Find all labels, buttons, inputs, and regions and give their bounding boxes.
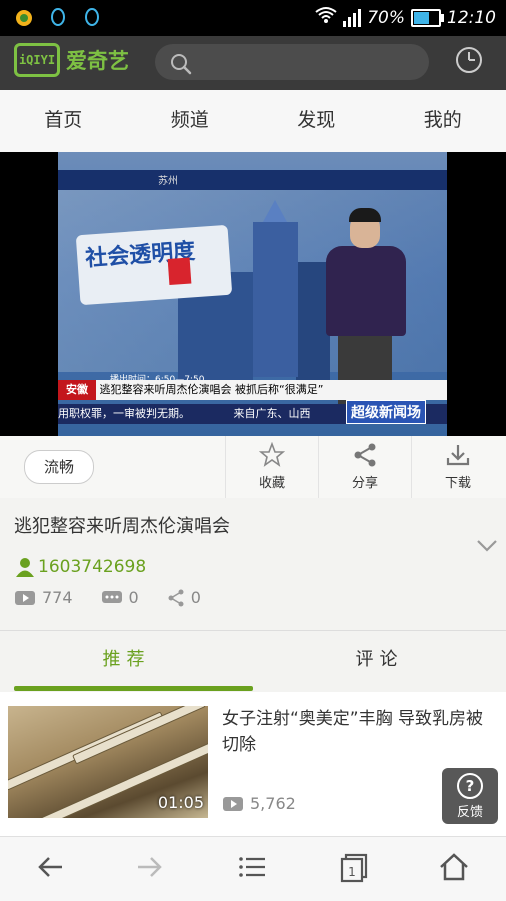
qq-icon <box>48 8 68 28</box>
uploader-name: 1603742698 <box>38 557 146 577</box>
svg-text:1: 1 <box>348 865 356 879</box>
iqiyi-logo[interactable]: iQIYI 爱奇艺 <box>14 43 129 77</box>
history-button[interactable] <box>453 44 485 80</box>
battery-fill <box>414 12 429 24</box>
feedback-button[interactable]: ? 反馈 <box>442 768 498 824</box>
download-label: 下载 <box>412 472 504 491</box>
ticker-text: 用职权罪，一审被判无期。 <box>58 407 190 420</box>
video-city: 苏州 <box>158 172 178 187</box>
video-title: 逃犯整容来听周杰伦演唱会 <box>14 512 230 538</box>
recommendation-views: 5,762 <box>222 794 296 813</box>
search-icon <box>169 52 193 76</box>
home-icon <box>438 851 470 883</box>
video-duration: 01:05 <box>158 793 204 812</box>
play-count-icon <box>222 796 244 812</box>
share-count-icon <box>167 589 185 607</box>
favorite-label: 收藏 <box>226 472 318 491</box>
video-thumbnail[interactable]: 01:05 <box>8 706 208 818</box>
quality-button[interactable]: 流畅 <box>24 450 94 484</box>
comment-icon <box>101 590 123 606</box>
home-button[interactable] <box>438 851 478 887</box>
recommendation-title[interactable]: 女子注射“奥美定”丰胸 导致乳房被切除 <box>222 706 498 758</box>
search-input[interactable] <box>155 44 429 80</box>
battery-percent: 70% <box>367 8 405 28</box>
arrow-right-icon <box>134 851 166 883</box>
video-stats: 774 0 0 <box>14 588 229 607</box>
download-icon <box>445 442 471 468</box>
play-count: 774 <box>42 588 73 607</box>
app-header: iQIYI 爱奇艺 <box>0 36 506 90</box>
menu-icon <box>236 851 268 883</box>
main-nav-tabs: 首页 频道 发现 我的 <box>0 90 506 153</box>
help-icon: ? <box>457 773 483 799</box>
comment-count: 0 <box>129 588 139 607</box>
tab-recommend[interactable]: 推荐 <box>0 631 253 689</box>
play-count-icon <box>14 590 36 606</box>
program-badge: 超级新闻场 <box>346 400 426 424</box>
content-tabs: 推荐 评论 <box>0 631 506 689</box>
menu-button[interactable] <box>236 851 276 887</box>
arrow-left-icon <box>34 851 66 883</box>
tab-mine[interactable]: 我的 <box>380 90 506 152</box>
active-tab-indicator <box>14 686 253 691</box>
tower-shape <box>253 222 298 377</box>
province-tag: 安徽 <box>58 380 96 400</box>
signal-icon <box>343 9 361 27</box>
list-item[interactable]: 01:05 女子注射“奥美定”丰胸 导致乳房被切除 5,762 <box>0 692 506 837</box>
tab-comments[interactable]: 评论 <box>253 631 506 689</box>
show-logo: 社会透明度 <box>76 225 233 305</box>
back-button[interactable] <box>34 851 74 887</box>
battery-icon <box>411 9 441 27</box>
headline-bar: 安徽 逃犯整容来听周杰伦演唱会 被抓后称“很满足” <box>58 380 447 400</box>
chevron-down-icon <box>476 539 498 553</box>
video-frame[interactable]: 苏州 社会透明度 播出时间：6:50—7:50 安徽 逃犯整容来听周杰伦演唱会 … <box>58 152 447 436</box>
share-count: 0 <box>191 588 201 607</box>
wifi-icon <box>315 6 337 29</box>
tab-home[interactable]: 首页 <box>0 90 127 152</box>
clock: 12:10 <box>447 8 496 28</box>
tabs-icon: 1 <box>338 851 370 883</box>
video-player[interactable]: 苏州 社会透明度 播出时间：6:50—7:50 安徽 逃犯整容来听周杰伦演唱会 … <box>0 152 506 436</box>
uploader-link[interactable]: 1603742698 <box>14 556 146 578</box>
news-anchor <box>320 212 412 397</box>
windows-button[interactable]: 1 <box>338 851 378 887</box>
app-notification-icon <box>14 8 34 28</box>
view-count: 5,762 <box>250 794 296 813</box>
star-icon <box>259 442 285 468</box>
forward-button[interactable] <box>134 851 174 887</box>
ticker-text-right: 来自广东、山西 <box>234 407 311 420</box>
video-info: 逃犯整容来听周杰伦演唱会 1603742698 774 0 0 <box>0 498 506 631</box>
user-icon <box>14 556 36 578</box>
brand-name: 爱奇艺 <box>66 45 129 75</box>
logo-letters: iQIYI <box>14 43 60 77</box>
qq-icon-2 <box>82 8 102 28</box>
headline-text: 逃犯整容来听周杰伦演唱会 被抓后称“很满足” <box>100 383 324 396</box>
status-bar: 70% 12:10 <box>0 0 506 36</box>
action-bar: 流畅 收藏 分享 下载 <box>0 436 506 499</box>
tab-channels[interactable]: 频道 <box>127 90 254 152</box>
expand-button[interactable] <box>476 538 498 557</box>
share-icon <box>352 442 378 468</box>
download-button[interactable]: 下载 <box>411 436 504 498</box>
tab-discover[interactable]: 发现 <box>253 90 380 152</box>
top-strip <box>58 170 447 190</box>
browser-toolbar: 1 <box>0 836 506 901</box>
clock-icon <box>453 44 485 76</box>
feedback-label: 反馈 <box>442 801 498 820</box>
favorite-button[interactable]: 收藏 <box>225 436 318 498</box>
share-label: 分享 <box>319 472 411 491</box>
share-button[interactable]: 分享 <box>318 436 411 498</box>
